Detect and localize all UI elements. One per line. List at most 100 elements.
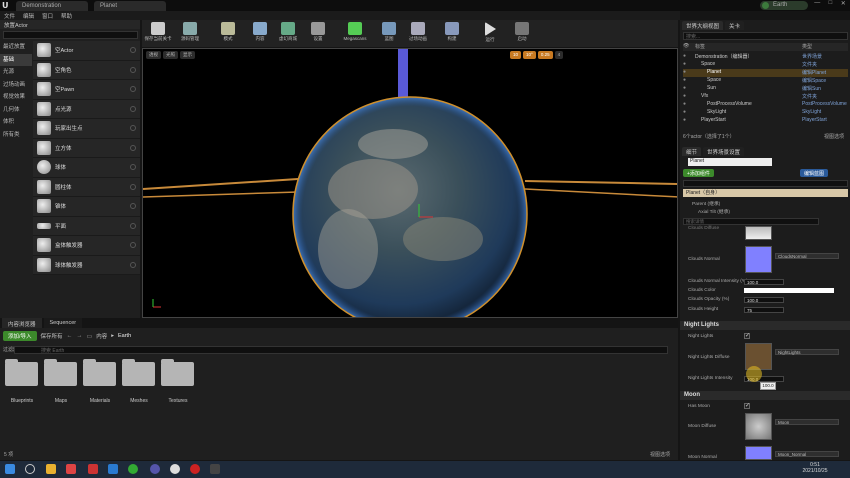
help-icon[interactable] — [130, 66, 136, 73]
outliner-row[interactable]: ● PlayerStart PlayerStart — [683, 117, 848, 125]
moon-diffuse-dropdown[interactable]: Moon — [775, 419, 839, 425]
explorer-icon[interactable] — [46, 464, 56, 474]
actor-item[interactable]: 球体 — [33, 158, 140, 178]
menu-file[interactable]: 文件 — [4, 12, 15, 20]
clouds-normal-intensity-field[interactable]: 100.0 — [744, 279, 784, 285]
outliner-search[interactable]: 搜索... — [683, 32, 848, 40]
clouds-opacity-field[interactable]: 100.0 — [744, 297, 784, 303]
actor-item[interactable]: 点光源 — [33, 99, 140, 119]
clock[interactable]: 0:51 2021/10/25 — [800, 462, 830, 474]
level-viewport[interactable] — [142, 48, 678, 318]
actor-item[interactable]: 空角色 — [33, 60, 140, 80]
category-volumes[interactable]: 体积 — [0, 116, 32, 129]
recorder-icon[interactable] — [190, 464, 200, 474]
actor-item[interactable]: 盒体触发器 — [33, 236, 140, 256]
folder-meshes[interactable] — [122, 359, 155, 386]
eye-icon[interactable]: ● — [683, 85, 693, 93]
content-search[interactable]: 搜索 Earth — [14, 346, 668, 354]
folder-textures[interactable] — [161, 359, 194, 386]
start-icon[interactable] — [5, 464, 15, 474]
actor-item[interactable]: 球体触发器 — [33, 255, 140, 275]
clouds-height-field[interactable]: 75 — [744, 307, 784, 313]
category-all-classes[interactable]: 所有类 — [0, 129, 32, 142]
help-icon[interactable] — [130, 242, 136, 249]
actor-item[interactable]: 空Pawn — [33, 80, 140, 100]
category-cinematic[interactable]: 过场动画 — [0, 79, 32, 92]
unreal-logo-icon[interactable]: U — [2, 1, 11, 10]
folder-materials[interactable] — [83, 359, 116, 386]
source-control-button[interactable]: 源码管理 — [176, 20, 204, 47]
night-lights-dropdown[interactable]: NightLights — [775, 349, 839, 355]
browser-icon[interactable] — [66, 464, 76, 474]
help-icon[interactable] — [130, 144, 136, 151]
rotation-snap-button[interactable]: 10° — [523, 51, 536, 59]
eye-icon[interactable]: ● — [683, 53, 693, 61]
help-icon[interactable] — [130, 47, 136, 54]
lit-button[interactable]: 光照 — [163, 51, 178, 59]
menu-edit[interactable]: 编辑 — [23, 12, 34, 20]
clouds-color-swatch[interactable] — [744, 288, 834, 293]
place-actors-search[interactable] — [3, 31, 138, 39]
breadcrumb-content[interactable]: 内容 — [96, 332, 107, 340]
planet-tab[interactable]: Planet — [94, 1, 166, 11]
add-import-button[interactable]: 添加/导入 — [3, 331, 37, 341]
actor-item[interactable]: 空Actor — [33, 41, 140, 61]
outliner-row[interactable]: ● Space 文件夹 — [683, 61, 848, 69]
play-button[interactable]: 运行 — [476, 20, 504, 47]
eye-icon[interactable]: ● — [683, 117, 693, 125]
folder-blueprints[interactable] — [5, 359, 38, 386]
unreal-icon[interactable] — [170, 464, 180, 474]
breadcrumb-earth[interactable]: Earth — [118, 333, 131, 339]
menu-window[interactable]: 窗口 — [42, 12, 53, 20]
component-parent[interactable]: Parent (继承) — [684, 200, 848, 207]
category-visual-effects[interactable]: 视觉效果 — [0, 91, 32, 104]
perspective-button[interactable]: 透视 — [146, 51, 161, 59]
outliner-row[interactable]: ● SkyLight SkyLight — [683, 109, 848, 117]
help-icon[interactable] — [130, 222, 136, 229]
folder-maps[interactable] — [44, 359, 77, 386]
category-geometry[interactable]: 几何体 — [0, 104, 32, 117]
back-icon[interactable]: ← — [67, 333, 73, 339]
megascans-button[interactable]: Megascans — [338, 20, 372, 47]
eye-icon[interactable]: ● — [683, 77, 693, 85]
scale-snap-button[interactable]: 0.25 — [537, 51, 553, 59]
modes-button[interactable]: 模式 — [214, 20, 242, 47]
search-icon[interactable] — [25, 464, 35, 474]
marketplace-button[interactable]: 虚幻商城 — [274, 20, 302, 47]
moon-normal-thumbnail[interactable] — [745, 446, 772, 460]
has-moon-checkbox[interactable] — [744, 402, 750, 409]
actor-item[interactable]: 立方体 — [33, 138, 140, 158]
build-button[interactable]: 构建 — [438, 20, 466, 47]
help-icon[interactable] — [130, 164, 136, 171]
content-view-options[interactable]: 视图选项 — [650, 451, 670, 458]
blueprints-button[interactable]: 蓝图 — [375, 20, 403, 47]
show-button[interactable]: 显示 — [180, 51, 195, 59]
actor-name-field[interactable]: Planet — [688, 158, 772, 166]
actor-item[interactable]: 平面 — [33, 216, 140, 236]
tab-world-settings[interactable]: 世界场景设置 — [703, 147, 745, 156]
moon-normal-dropdown[interactable]: Moon_Normal — [775, 451, 839, 457]
help-icon[interactable] — [130, 261, 136, 268]
app-icon[interactable] — [108, 464, 118, 474]
outliner-row-selected[interactable]: ● Planet 编辑Planet — [683, 69, 848, 77]
outliner-view-options[interactable]: 视图选项 — [824, 133, 844, 140]
cinematics-button[interactable]: 过场动画 — [404, 20, 432, 47]
maximize-button[interactable]: □ — [829, 0, 833, 11]
help-icon[interactable] — [130, 125, 136, 132]
outliner-row[interactable]: ● Space 编辑Space — [683, 77, 848, 85]
outliner-row[interactable]: ● Demonstration（编辑器） 世界场景 — [683, 53, 848, 61]
help-icon[interactable] — [130, 105, 136, 112]
outliner-row[interactable]: ● Sun 编辑Sun — [683, 85, 848, 93]
edit-blueprint-button[interactable]: 编辑蓝图 — [800, 169, 829, 177]
close-button[interactable]: ✕ — [841, 0, 846, 11]
tab-sequencer[interactable]: Sequencer — [43, 318, 83, 328]
content-button[interactable]: 内容 — [246, 20, 274, 47]
actor-item[interactable]: 锥体 — [33, 197, 140, 217]
help-icon[interactable] — [130, 86, 136, 93]
add-component-button[interactable]: +添加组件 — [683, 169, 714, 177]
eye-icon[interactable]: ● — [683, 69, 693, 77]
outliner-row[interactable]: ● Vfx 文件夹 — [683, 93, 848, 101]
category-basic[interactable]: 基础 — [0, 53, 32, 66]
component-self-row[interactable]: Planet（自身） — [683, 189, 848, 197]
component-axial-tilt[interactable]: Axial Tilt (继承) — [684, 208, 848, 215]
